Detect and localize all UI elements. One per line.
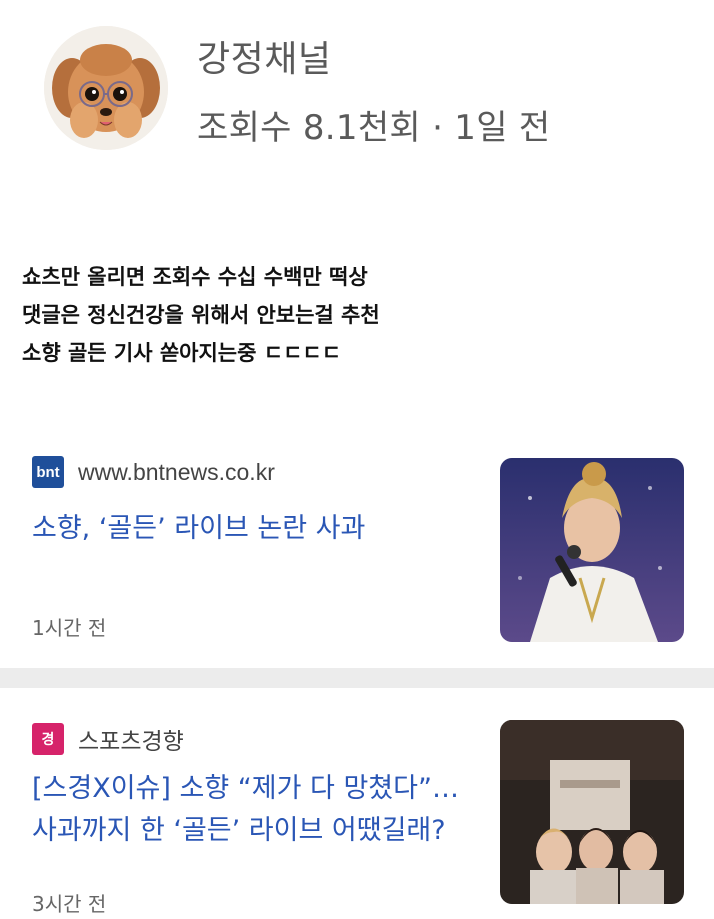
post-header: 강정채널 조회수 8.1천회 · 1일 전 bbox=[0, 0, 714, 180]
news-thumbnail[interactable] bbox=[500, 458, 684, 642]
news-headline[interactable]: [스경X이슈] 소향 “제가 다 망쳤다”…사과까지 한 ‘골든’ 라이브 어땠… bbox=[32, 768, 472, 852]
news-source: 경 스포츠경향 bbox=[32, 722, 184, 756]
card-separator bbox=[0, 668, 714, 688]
bnt-logo-icon: bnt bbox=[32, 456, 64, 488]
source-name: www.bntnews.co.kr bbox=[78, 458, 275, 485]
news-thumbnail[interactable] bbox=[500, 720, 684, 904]
thumbnail-image bbox=[500, 720, 684, 904]
channel-avatar[interactable] bbox=[44, 26, 168, 150]
source-name: 스포츠경향 bbox=[78, 728, 184, 754]
news-source: bnt www.bntnews.co.kr bbox=[32, 456, 275, 488]
post-body: 쇼츠만 올리면 조회수 수십 수백만 떡상 댓글은 정신건강을 위해서 안보는걸… bbox=[22, 258, 702, 372]
post-line: 쇼츠만 올리면 조회수 수십 수백만 떡상 bbox=[22, 265, 368, 289]
news-timestamp: 3시간 전 bbox=[32, 892, 107, 916]
news-timestamp: 1시간 전 bbox=[32, 616, 107, 640]
thumbnail-image bbox=[500, 458, 684, 642]
post-line: 소향 골든 기사 쏟아지는중 ㄷㄷㄷㄷ bbox=[22, 341, 342, 365]
sports-kyunghyang-logo-icon: 경 bbox=[32, 723, 64, 755]
news-card[interactable]: bnt www.bntnews.co.kr 소향, ‘골든’ 라이브 논란 사과… bbox=[0, 440, 714, 665]
news-headline[interactable]: 소향, ‘골든’ 라이브 논란 사과 bbox=[32, 508, 472, 550]
channel-name[interactable]: 강정채널 bbox=[197, 30, 331, 82]
news-card[interactable]: 경 스포츠경향 [스경X이슈] 소향 “제가 다 망쳤다”…사과까지 한 ‘골든… bbox=[0, 690, 714, 919]
puppy-avatar-icon bbox=[44, 26, 168, 150]
view-count-and-date: 조회수 8.1천회 · 1일 전 bbox=[197, 108, 551, 148]
post-line: 댓글은 정신건강을 위해서 안보는걸 추천 bbox=[22, 303, 380, 327]
